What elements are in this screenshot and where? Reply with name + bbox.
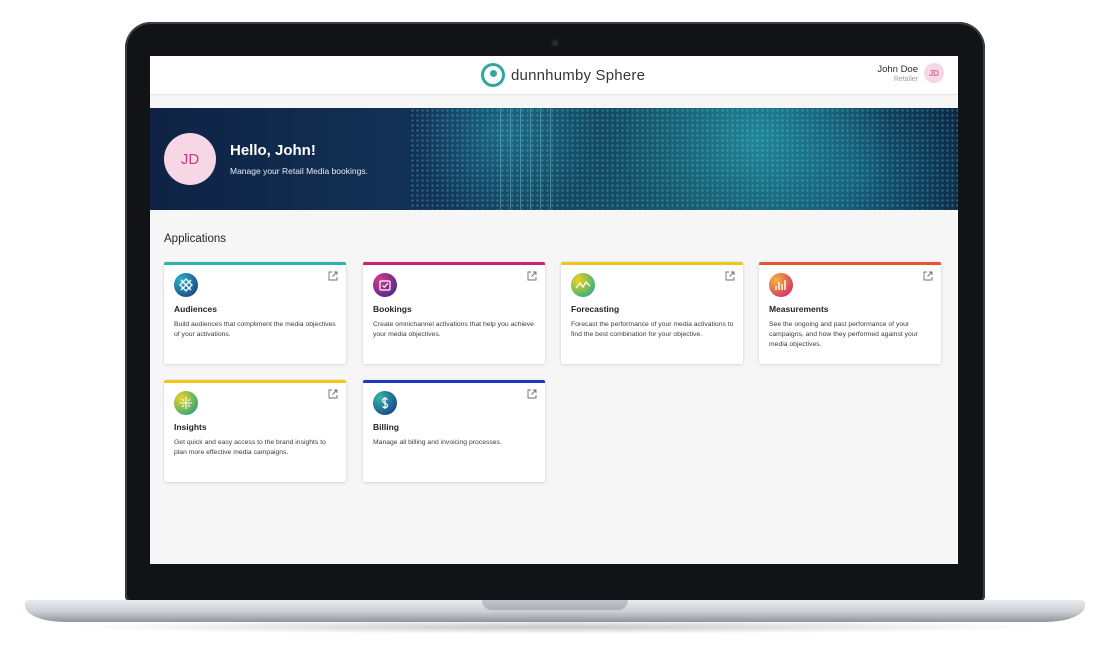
user-menu[interactable]: John Doe Retailer JD: [877, 63, 944, 83]
logo-mark-icon: [481, 63, 505, 87]
top-bar: dunnhumby Sphere John Doe Retailer JD: [150, 56, 958, 95]
banner-line-pattern: [500, 108, 560, 210]
card-title: Insights: [174, 422, 207, 432]
user-avatar[interactable]: JD: [924, 63, 944, 83]
external-link-icon[interactable]: [527, 271, 537, 281]
audiences-icon: [174, 273, 198, 297]
external-link-icon[interactable]: [328, 389, 338, 399]
card-description: Create omnichannel activations that help…: [373, 321, 534, 339]
laptop-mockup: dunnhumby Sphere John Doe Retailer JD JD…: [0, 0, 1110, 667]
app-card-forecasting[interactable]: Forecasting Forecast the performance of …: [561, 262, 743, 364]
billing-icon: [373, 391, 397, 415]
app-card-billing[interactable]: Billing Manage all billing and invoicing…: [363, 380, 545, 482]
forecasting-icon: [571, 273, 595, 297]
card-title: Bookings: [373, 304, 412, 314]
card-title: Audiences: [174, 304, 217, 314]
card-title: Forecasting: [571, 304, 620, 314]
external-link-icon[interactable]: [527, 389, 537, 399]
card-description: See the ongoing and past performance of …: [769, 321, 918, 349]
card-description: Build audiences that compliment the medi…: [174, 321, 336, 339]
applications-heading: Applications: [164, 233, 227, 245]
logo-text: dunnhumby Sphere: [511, 66, 646, 84]
insights-icon: [174, 391, 198, 415]
card-title: Billing: [373, 422, 399, 432]
welcome-banner: JD Hello, John! Manage your Retail Media…: [150, 108, 958, 210]
bookings-icon: [373, 273, 397, 297]
laptop-notch: [482, 600, 628, 610]
user-info: John Doe Retailer: [877, 64, 918, 83]
app-card-measurements[interactable]: Measurements See the ongoing and past pe…: [759, 262, 941, 364]
app-screen: dunnhumby Sphere John Doe Retailer JD JD…: [150, 56, 958, 564]
app-card-audiences[interactable]: Audiences Build audiences that complimen…: [164, 262, 346, 364]
card-description: Forecast the performance of your media a…: [571, 321, 734, 339]
banner-dot-pattern: [410, 108, 958, 210]
card-description: Get quick and easy access to the brand i…: [174, 439, 326, 457]
app-card-insights[interactable]: Insights Get quick and easy access to th…: [164, 380, 346, 482]
card-title: Measurements: [769, 304, 829, 314]
user-role: Retailer: [893, 75, 918, 83]
logo[interactable]: dunnhumby Sphere: [481, 61, 645, 89]
external-link-icon[interactable]: [725, 271, 735, 281]
app-card-bookings[interactable]: Bookings Create omnichannel activations …: [363, 262, 545, 364]
user-name: John Doe: [877, 63, 918, 75]
greeting-subtitle: Manage your Retail Media bookings.: [230, 166, 368, 176]
external-link-icon[interactable]: [328, 271, 338, 281]
banner-avatar: JD: [164, 133, 216, 185]
measurements-icon: [769, 273, 793, 297]
webcam: [551, 39, 559, 47]
laptop-shadow: [60, 620, 1050, 634]
card-description: Manage all billing and invoicing process…: [373, 439, 502, 446]
external-link-icon[interactable]: [923, 271, 933, 281]
greeting-title: Hello, John!: [230, 142, 316, 159]
